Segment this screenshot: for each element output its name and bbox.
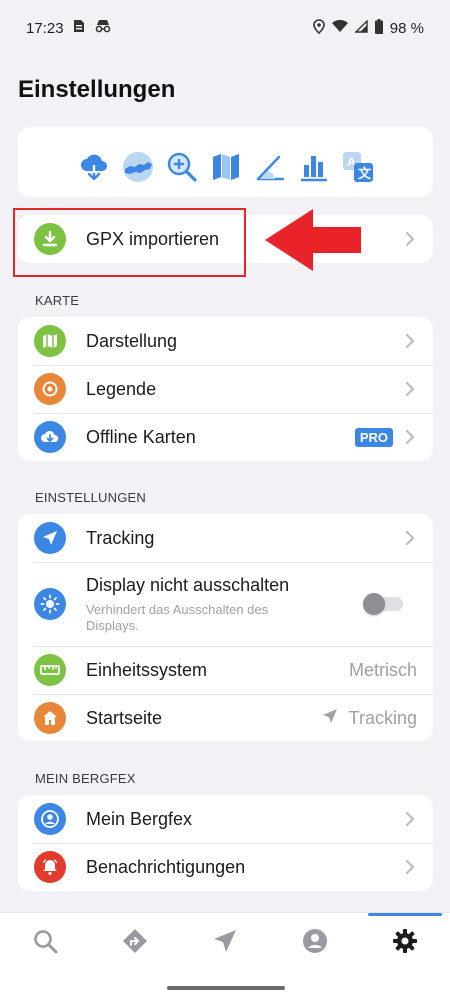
signal-icon <box>354 18 368 37</box>
navigation-arrow-icon <box>212 928 238 959</box>
austria-map-icon[interactable] <box>121 150 155 184</box>
row-label: Einheitssystem <box>86 659 208 680</box>
row-value: Tracking <box>321 707 417 730</box>
chevron-right-icon <box>403 812 417 826</box>
user-icon <box>302 928 328 959</box>
chevron-right-icon <box>403 531 417 545</box>
search-icon <box>32 928 58 959</box>
row-label: Display nicht ausschalten <box>86 574 290 595</box>
chevron-right-icon <box>403 334 417 348</box>
feature-icon-strip: A文 <box>18 127 433 197</box>
row-value: Metrisch <box>349 660 417 681</box>
einstellungen-card: Tracking Display nicht ausschalten Verhi… <box>18 514 433 741</box>
bell-icon <box>34 851 66 883</box>
einheit-value: Metrisch <box>348 659 417 680</box>
section-header-mein-bergfex: MEIN BERGFEX <box>35 771 136 786</box>
battery-level: 98 % <box>389 19 424 37</box>
highlight-box <box>13 208 246 277</box>
svg-text:文: 文 <box>358 166 372 181</box>
navigation-arrow-icon <box>321 707 339 730</box>
row-offline-karten[interactable]: Offline Karten PRO <box>18 413 433 461</box>
zoom-map-icon[interactable] <box>165 150 199 184</box>
row-mein-bergfex[interactable]: Mein Bergfex <box>18 795 433 843</box>
row-benachrichtigungen[interactable]: Benachrichtigungen <box>18 843 433 891</box>
row-sublabel: Verhindert das Ausschalten des Displays. <box>86 601 269 633</box>
section-header-karte: KARTE <box>35 293 80 308</box>
navigation-arrow-icon <box>34 522 66 554</box>
chart-icon[interactable] <box>297 150 331 184</box>
display-toggle[interactable] <box>363 593 403 615</box>
pointer-arrow-icon <box>263 207 363 278</box>
karte-card: Darstellung Legende Offline Karten PRO <box>18 317 433 461</box>
row-label: Darstellung <box>86 330 178 351</box>
toggle-knob <box>363 593 385 615</box>
pin-icon <box>34 373 66 405</box>
elevation-icon[interactable] <box>253 150 287 184</box>
row-tracking[interactable]: Tracking <box>18 514 433 562</box>
tab-navigate[interactable] <box>180 913 270 973</box>
incognito-icon <box>94 19 112 37</box>
tab-search[interactable] <box>0 913 90 973</box>
row-label: Benachrichtigungen <box>86 856 246 877</box>
map-icon[interactable] <box>209 150 243 184</box>
row-label: Startseite <box>86 707 163 728</box>
brightness-icon <box>34 588 66 620</box>
row-display-nicht-ausschalten: Display nicht ausschalten Verhindert das… <box>18 562 433 646</box>
route-sign-icon <box>122 928 148 959</box>
row-einheitssystem[interactable]: Einheitssystem Metrisch <box>18 646 433 694</box>
user-icon <box>34 803 66 835</box>
home-icon <box>34 702 66 734</box>
sim-icon <box>73 19 85 37</box>
page-title: Einstellungen <box>18 76 176 103</box>
tab-settings[interactable] <box>360 913 450 973</box>
status-time: 17:23 <box>26 19 64 37</box>
chevron-right-icon <box>403 430 417 444</box>
tab-routes[interactable] <box>90 913 180 973</box>
location-icon <box>312 18 325 38</box>
row-label: Legende <box>86 378 157 399</box>
row-darstellung[interactable]: Darstellung <box>18 317 433 365</box>
bottom-nav <box>0 912 450 1000</box>
row-legende[interactable]: Legende <box>18 365 433 413</box>
cloud-download-icon[interactable] <box>77 150 111 184</box>
row-startseite[interactable]: Startseite Tracking <box>18 694 433 741</box>
status-bar: 17:23 98 % <box>0 0 450 56</box>
battery-icon <box>374 18 383 38</box>
tab-profile[interactable] <box>270 913 360 973</box>
translate-icon[interactable]: A文 <box>341 150 375 184</box>
map-icon <box>34 325 66 357</box>
cloud-download-icon <box>34 421 66 453</box>
row-label: Mein Bergfex <box>86 808 193 829</box>
pro-badge: PRO <box>354 427 393 447</box>
chevron-right-icon <box>403 382 417 396</box>
chevron-right-icon <box>403 860 417 874</box>
row-label: Offline Karten <box>86 426 196 447</box>
chevron-right-icon <box>403 232 417 246</box>
wifi-icon <box>331 19 348 37</box>
home-indicator <box>167 986 285 990</box>
section-header-einstellungen: EINSTELLUNGEN <box>35 490 146 505</box>
ruler-icon <box>34 654 66 686</box>
startseite-value: Tracking <box>348 707 417 728</box>
gear-icon <box>392 928 418 959</box>
mein-bergfex-card: Mein Bergfex Benachrichtigungen <box>18 795 433 891</box>
row-label: Tracking <box>86 527 155 548</box>
